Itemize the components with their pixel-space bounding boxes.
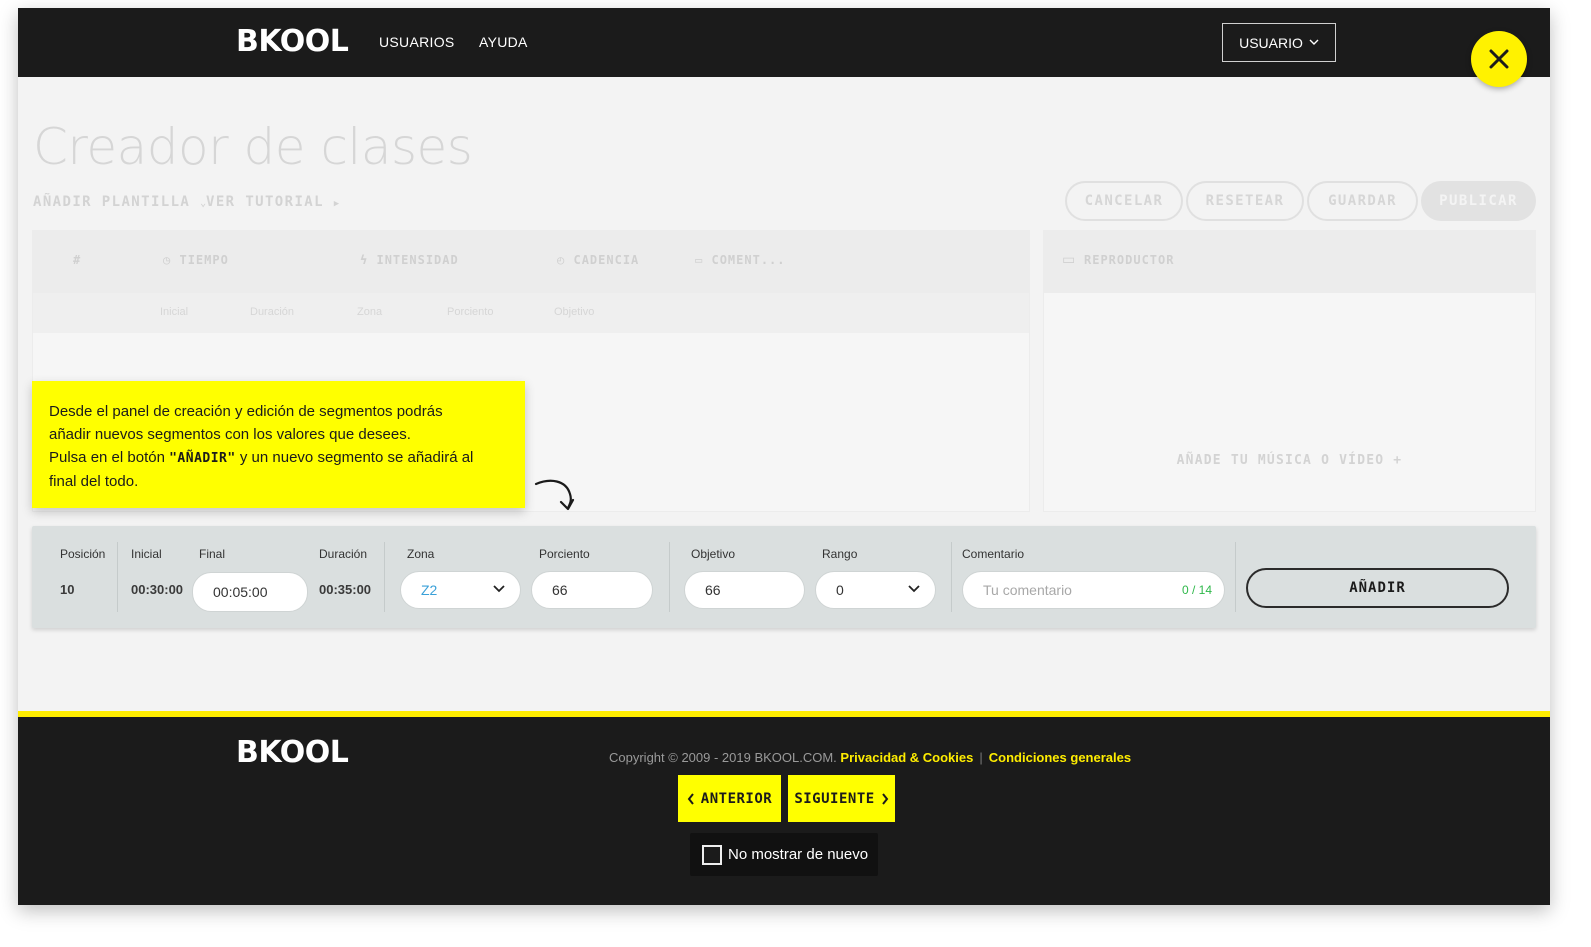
dont-show-checkbox[interactable]: [702, 844, 722, 865]
target-input[interactable]: 66: [684, 571, 805, 609]
col-time: ◷ TIEMPO: [163, 253, 229, 267]
dont-show-label: No mostrar de nuevo: [728, 846, 869, 863]
range-select[interactable]: 0: [815, 571, 936, 609]
cancel-button[interactable]: CANCELAR: [1065, 181, 1183, 221]
position-label: Posición: [60, 547, 106, 561]
monitor-icon: ▭: [1062, 251, 1076, 267]
target-value: 66: [705, 582, 721, 598]
page-title: Creador de clases: [33, 118, 473, 176]
sub-duration: Duración: [250, 306, 295, 318]
divider: [384, 542, 385, 612]
footer-separator: |: [979, 750, 983, 765]
segment-editor: Posición 10 Inicial 00:30:00 Final 00:05…: [32, 526, 1536, 628]
sub-start: Inicial: [160, 306, 189, 318]
tooltip-line-3: Pulsa en el botón "AÑADIR" y un nuevo se…: [49, 449, 474, 466]
tutorial-tooltip: Desde el panel de creación y edición de …: [32, 381, 525, 508]
col-cadence: ◴ CADENCIA: [557, 253, 640, 267]
duration-value: 00:35:00: [319, 582, 372, 597]
copyright-text: Copyright © 2009 - 2019 BKOOL.COM.: [609, 750, 837, 765]
close-icon: [1489, 49, 1509, 69]
bkool-logo[interactable]: BKOOL: [236, 24, 349, 59]
target-label: Objetivo: [691, 547, 736, 561]
percent-value: 66: [552, 582, 568, 598]
tooltip-line-2: añadir nuevos segmentos con los valores …: [49, 426, 411, 443]
start-label: Inicial: [131, 547, 162, 561]
view-tutorial-link[interactable]: VER TUTORIAL ▶: [206, 194, 341, 210]
save-button[interactable]: GUARDAR: [1307, 181, 1418, 221]
table-subheader: Inicial Duración Zona Porciento Objetivo: [33, 293, 1029, 333]
next-button[interactable]: SIGUIENTE: [788, 775, 895, 822]
footer-logo[interactable]: BKOOL: [236, 735, 349, 770]
chevron-down-icon: [908, 585, 920, 593]
dont-show-again[interactable]: No mostrar de nuevo: [690, 833, 878, 876]
percent-input[interactable]: 66: [531, 571, 653, 609]
curved-arrow-icon: [534, 479, 575, 511]
divider: [1235, 542, 1236, 612]
comment-icon: ▭: [695, 253, 704, 267]
divider: [117, 542, 118, 612]
tooltip-line-1: Desde el panel de creación y edición de …: [49, 403, 443, 420]
range-label: Rango: [822, 547, 858, 561]
chevron-down-icon: [493, 585, 505, 593]
chevron-left-icon: [687, 792, 694, 805]
comment-counter: 0 / 14: [1181, 583, 1212, 597]
chevron-right-icon: [881, 792, 888, 805]
position-value: 10: [60, 582, 75, 597]
nav-usuarios[interactable]: USUARIOS: [379, 34, 455, 50]
tooltip-line-4: final del todo.: [49, 473, 139, 490]
duration-label: Duración: [319, 547, 368, 561]
sub-percent: Porciento: [447, 306, 494, 318]
comment-placeholder: Tu comentario: [983, 582, 1072, 598]
player-header: ▭ REPRODUCTOR: [1044, 231, 1535, 293]
reset-button[interactable]: RESETEAR: [1186, 181, 1304, 221]
table-header: # ◷ TIEMPO ϟ INTENSIDAD ◴ CADENCIA ▭ COM…: [33, 231, 1029, 293]
divider: [669, 542, 670, 612]
divider: [951, 542, 952, 612]
end-time-value: 00:05:00: [213, 584, 268, 600]
col-intensity: ϟ INTENSIDAD: [360, 253, 459, 267]
next-label: SIGUIENTE: [794, 790, 875, 807]
chevron-down-icon: [1309, 39, 1319, 45]
zone-label: Zona: [407, 547, 435, 561]
sub-zone: Zona: [357, 306, 383, 318]
publish-button[interactable]: PUBLICAR: [1421, 181, 1536, 221]
player-title: REPRODUCTOR: [1084, 253, 1175, 267]
top-navbar: BKOOL USUARIOS AYUDA USUARIO: [18, 8, 1550, 77]
previous-label: ANTERIOR: [700, 790, 773, 807]
terms-link[interactable]: Condiciones generales: [989, 750, 1131, 765]
add-media-link[interactable]: AÑADE TU MÚSICA O VÍDEO +: [1044, 453, 1535, 468]
cadence-icon: ◴: [557, 253, 566, 267]
clock-icon: ◷: [163, 253, 172, 267]
copyright: Copyright © 2009 - 2019 BKOOL.COM. Priva…: [609, 750, 1131, 765]
range-value: 0: [836, 582, 844, 598]
col-comment: ▭ COMENT...: [695, 253, 786, 267]
zone-select[interactable]: Z2: [400, 571, 521, 609]
user-menu-button[interactable]: USUARIO: [1222, 23, 1336, 62]
app-window: BKOOL USUARIOS AYUDA USUARIO Creador de …: [18, 8, 1550, 905]
add-segment-button[interactable]: AÑADIR: [1246, 568, 1509, 608]
add-template-link[interactable]: AÑADIR PLANTILLA ⌄: [33, 194, 208, 210]
player-panel: ▭ REPRODUCTOR AÑADE TU MÚSICA O VÍDEO +: [1043, 230, 1536, 512]
comment-input[interactable]: Tu comentario 0 / 14: [962, 571, 1225, 609]
user-menu-label: USUARIO: [1239, 34, 1303, 51]
footer: BKOOL Copyright © 2009 - 2019 BKOOL.COM.…: [18, 711, 1550, 905]
end-time-input[interactable]: 00:05:00: [192, 572, 308, 612]
comment-label: Comentario: [962, 547, 1025, 561]
col-number: #: [73, 253, 82, 267]
zone-value: Z2: [421, 582, 438, 598]
privacy-link[interactable]: Privacidad & Cookies: [840, 750, 973, 765]
start-value: 00:30:00: [131, 582, 184, 597]
nav-ayuda[interactable]: AYUDA: [479, 34, 528, 50]
previous-button[interactable]: ANTERIOR: [678, 775, 781, 822]
sub-target: Objetivo: [554, 306, 595, 318]
bolt-icon: ϟ: [360, 253, 369, 267]
close-tutorial-button[interactable]: [1471, 31, 1527, 87]
end-label: Final: [199, 547, 226, 561]
percent-label: Porciento: [539, 547, 590, 561]
